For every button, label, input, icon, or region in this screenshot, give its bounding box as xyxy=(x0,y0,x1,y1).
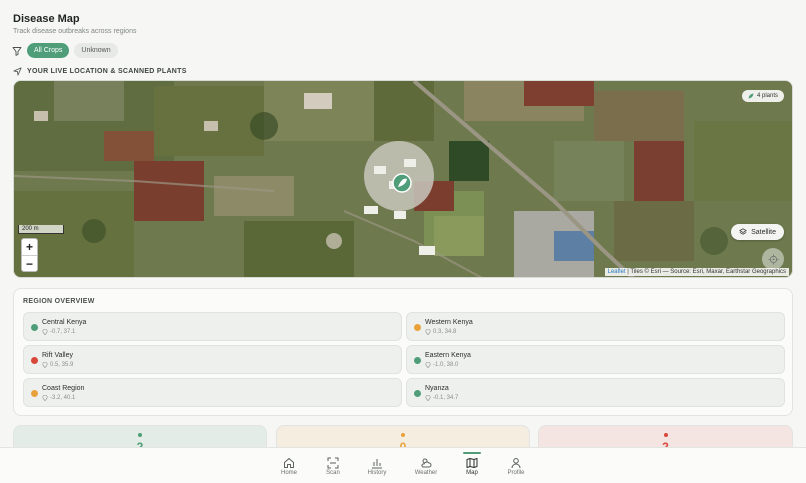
region-item-eastern-kenya[interactable]: Eastern Kenya -1.0, 38.0 xyxy=(406,345,785,374)
region-coords: -0.1, 34.7 xyxy=(425,395,458,401)
zoom-in-button[interactable]: + xyxy=(22,239,37,255)
region-item-nyanza[interactable]: Nyanza -0.1, 34.7 xyxy=(406,378,785,407)
navigation-icon xyxy=(13,67,22,76)
disease-map[interactable]: 4 plants 200 m + − Satellite Leaflet | T… xyxy=(13,80,793,278)
stat-dot xyxy=(663,433,668,437)
crosshair-icon xyxy=(767,253,779,265)
nav-item-home[interactable]: Home xyxy=(269,448,309,483)
nav-item-profile[interactable]: Profile xyxy=(496,448,536,483)
region-status-dot xyxy=(31,324,38,331)
region-coords-value: -0.7, 37.1 xyxy=(50,329,76,335)
region-coords: -0.7, 37.1 xyxy=(42,329,75,335)
profile-icon xyxy=(511,458,521,469)
location-pin-icon xyxy=(42,395,48,401)
map-section-label: YOUR LIVE LOCATION & SCANNED PLANTS xyxy=(27,68,187,75)
region-coords: 0.5, 35.9 xyxy=(42,362,73,368)
map-icon xyxy=(466,458,478,468)
weather-icon xyxy=(421,458,432,468)
region-item-central-kenya[interactable]: Central Kenya -0.7, 37.1 xyxy=(23,312,402,341)
leaf-icon xyxy=(748,93,754,99)
nav-label: Weather xyxy=(414,470,438,476)
filter-chip-all-crops[interactable]: All Crops xyxy=(27,43,70,58)
home-icon xyxy=(284,458,294,468)
scan-icon xyxy=(327,457,339,469)
leaflet-link[interactable]: Leaflet xyxy=(608,269,626,275)
crop-filter-bar: All Crops Unknown xyxy=(12,43,118,58)
region-overview-card: REGION OVERVIEW Central Kenya -0.7, 37.1… xyxy=(13,288,793,416)
map-scale: 200 m xyxy=(18,225,64,234)
region-name: Nyanza xyxy=(425,385,449,392)
region-overview-title: REGION OVERVIEW xyxy=(23,298,95,305)
history-chart-icon xyxy=(372,459,382,469)
region-name: Central Kenya xyxy=(42,319,87,326)
map-attribution: Leaflet | Tiles © Esri — Source: Esri, M… xyxy=(604,268,789,276)
stat-dot xyxy=(401,433,405,437)
region-name: Eastern Kenya xyxy=(425,352,471,359)
region-item-western-kenya[interactable]: Western Kenya 0.3, 34.8 xyxy=(406,312,785,341)
region-coords-value: -3.2, 40.1 xyxy=(50,395,76,401)
region-coords: -1.0, 38.0 xyxy=(425,362,458,368)
nav-label: Map xyxy=(466,470,478,476)
location-pin-icon xyxy=(425,362,431,368)
plant-marker[interactable] xyxy=(392,173,412,193)
nav-label: Profile xyxy=(507,470,525,476)
page-title: Disease Map xyxy=(13,13,80,25)
region-status-dot xyxy=(414,357,421,364)
page-subtitle: Track disease outbreaks across regions xyxy=(13,28,137,35)
location-pin-icon xyxy=(425,329,431,335)
region-coords-value: 0.5, 35.9 xyxy=(50,362,74,368)
satellite-imagery xyxy=(14,81,792,277)
location-pin-icon xyxy=(42,362,48,368)
region-item-rift-valley[interactable]: Rift Valley 0.5, 35.9 xyxy=(23,345,402,374)
bottom-navigation: Home Scan History Weather Map Profile xyxy=(0,447,806,483)
region-status-dot xyxy=(31,357,38,364)
nav-item-weather[interactable]: Weather xyxy=(406,448,446,483)
plants-count-badge: 4 plants xyxy=(741,90,784,102)
region-coords-value: -1.0, 38.0 xyxy=(433,362,459,368)
location-pin-icon xyxy=(42,329,48,335)
nav-item-scan[interactable]: Scan xyxy=(313,448,353,483)
filter-chip-unknown[interactable]: Unknown xyxy=(74,43,118,58)
page-header: Disease Map Track disease outbreaks acro… xyxy=(13,13,136,35)
region-coords-value: 0.3, 34.8 xyxy=(433,329,457,335)
filter-icon xyxy=(12,46,22,56)
region-status-dot xyxy=(31,390,38,397)
zoom-out-button[interactable]: − xyxy=(22,255,37,271)
region-coords: 0.3, 34.8 xyxy=(425,329,456,335)
nav-item-map[interactable]: Map xyxy=(452,448,492,483)
layers-icon xyxy=(739,228,748,235)
satellite-layer-button[interactable]: Satellite xyxy=(731,224,784,240)
region-status-dot xyxy=(414,390,421,397)
map-section-heading: YOUR LIVE LOCATION & SCANNED PLANTS xyxy=(13,67,187,76)
region-name: Coast Region xyxy=(42,385,85,392)
satellite-layer-label: Satellite xyxy=(751,228,776,236)
locate-me-button[interactable] xyxy=(762,248,784,270)
location-pin-icon xyxy=(425,395,431,401)
active-tab-indicator xyxy=(463,452,481,454)
nav-label: Home xyxy=(280,470,297,476)
region-name: Western Kenya xyxy=(425,319,473,326)
plants-count-label: 4 plants xyxy=(756,93,778,99)
stat-dot xyxy=(138,433,142,437)
region-status-dot xyxy=(414,324,421,331)
region-item-coast-region[interactable]: Coast Region -3.2, 40.1 xyxy=(23,378,402,407)
nav-label: History xyxy=(367,470,387,476)
zoom-control: + − xyxy=(21,238,38,272)
region-coords-value: -0.1, 34.7 xyxy=(433,395,459,401)
region-coords: -3.2, 40.1 xyxy=(42,395,75,401)
region-name: Rift Valley xyxy=(42,352,73,359)
nav-item-history[interactable]: History xyxy=(357,448,397,483)
attribution-text: | Tiles © Esri — Source: Esri, Maxar, Ea… xyxy=(625,269,786,275)
nav-label: Scan xyxy=(326,470,340,476)
